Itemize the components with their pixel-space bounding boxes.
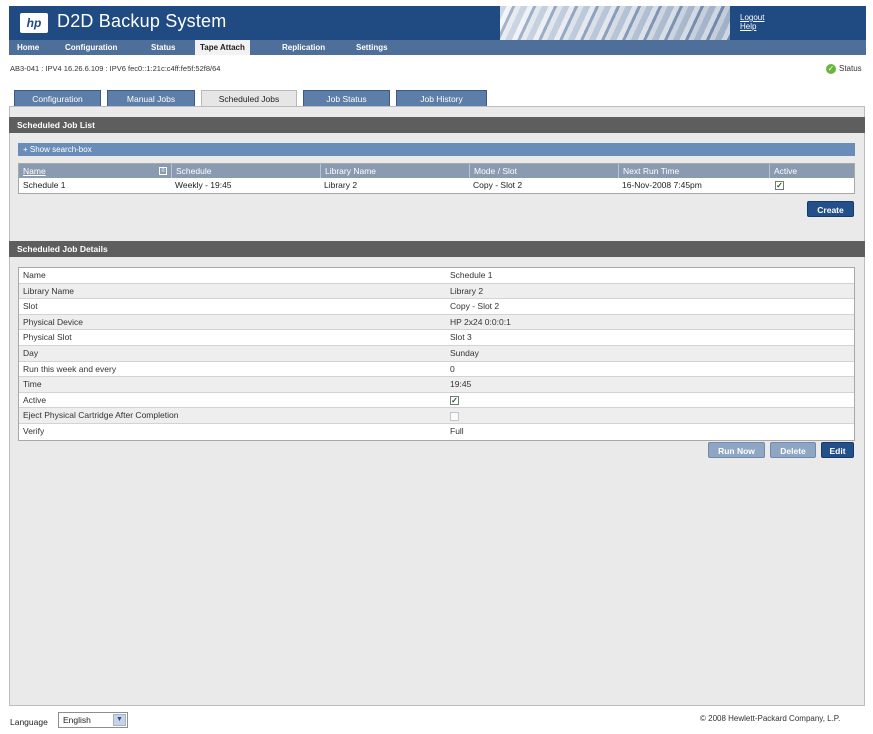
hp-logo: hp	[20, 13, 48, 33]
run-now-button[interactable]: Run Now	[708, 442, 765, 458]
create-button[interactable]: Create	[807, 201, 854, 217]
logout-link[interactable]: Logout	[740, 13, 764, 22]
sort-icon[interactable]: ≡	[159, 167, 167, 175]
system-ip-info: AB3-041 : IPV4 16.26.6.109 : IPV6 fec0::…	[10, 64, 221, 73]
column-header-schedule[interactable]: Schedule	[171, 164, 320, 178]
detail-label: Library Name	[23, 285, 75, 296]
scheduled-job-list-header: Scheduled Job List	[9, 117, 865, 133]
delete-button[interactable]: Delete	[770, 442, 816, 458]
language-select[interactable]: English ▼	[58, 712, 128, 728]
nav-configuration[interactable]: Configuration	[65, 40, 117, 55]
tab-job-status[interactable]: Job Status	[303, 90, 390, 106]
detail-row: Physical Device HP 2x24 0:0:0:1	[19, 314, 854, 331]
detail-label: Run this week and every	[23, 363, 117, 374]
edit-button[interactable]: Edit	[821, 442, 854, 458]
detail-value: HP 2x24 0:0:0:1	[450, 316, 511, 327]
nav-home[interactable]: Home	[17, 40, 39, 55]
check-circle-icon: ✓	[826, 64, 836, 74]
nav-replication[interactable]: Replication	[282, 40, 325, 55]
detail-row: Time 19:45	[19, 377, 854, 393]
header-links: Logout Help	[740, 13, 764, 31]
active-detail-checkbox: ✓	[450, 396, 459, 405]
detail-label: Active	[23, 394, 47, 405]
tab-configuration[interactable]: Configuration	[14, 90, 101, 106]
detail-label: Day	[23, 347, 39, 358]
chevron-down-icon[interactable]: ▼	[113, 714, 126, 726]
detail-row: Physical Slot Slot 3	[19, 330, 854, 346]
detail-row: Day Sunday	[19, 345, 854, 362]
detail-row: Run this week and every 0	[19, 362, 854, 378]
detail-label: Physical Device	[23, 316, 83, 327]
detail-label: Eject Physical Cartridge After Completio…	[23, 410, 179, 421]
detail-value: Full	[450, 425, 464, 436]
header-banner-image	[500, 6, 730, 40]
detail-value: Library 2	[450, 285, 484, 296]
table-header: Name ≡ Schedule Library Name Mode / Slot…	[19, 164, 854, 178]
detail-label: Physical Slot	[23, 332, 72, 343]
active-checkbox[interactable]: ✓	[775, 181, 784, 191]
app-title: D2D Backup System	[57, 11, 227, 31]
detail-row: Verify Full	[19, 424, 854, 440]
help-link[interactable]: Help	[740, 22, 764, 31]
detail-value: Copy - Slot 2	[450, 301, 500, 312]
cell-active: ✓	[771, 178, 784, 193]
detail-row: Name Schedule 1	[19, 268, 854, 284]
detail-label: Name	[23, 270, 46, 280]
main-nav: Home Configuration Status Tape Attach Re…	[9, 40, 866, 55]
status-label: Status	[839, 64, 862, 74]
cell-library-name: Library 2	[324, 180, 358, 190]
app-header: hp D2D Backup System Logout Help	[9, 6, 866, 40]
cell-next-run-time: 16-Nov-2008 7:45pm	[622, 180, 702, 190]
detail-label: Verify	[23, 425, 45, 436]
nav-settings[interactable]: Settings	[356, 40, 388, 55]
column-header-mode-slot[interactable]: Mode / Slot	[469, 164, 618, 178]
tab-manual-jobs[interactable]: Manual Jobs	[107, 90, 195, 106]
language-value: English	[63, 715, 91, 725]
job-details-table: Name Schedule 1 Library Name Library 2 Slo…	[18, 267, 855, 441]
detail-value: 19:45	[450, 379, 472, 390]
nav-status[interactable]: Status	[151, 40, 175, 55]
show-search-box-toggle[interactable]: + Show search-box	[18, 143, 855, 156]
detail-row: Eject Physical Cartridge After Completio…	[19, 408, 854, 424]
detail-row: Library Name Library 2	[19, 283, 854, 300]
cell-name: Schedule 1	[23, 180, 66, 190]
cell-schedule: Weekly - 19:45	[175, 180, 232, 190]
copyright-text: © 2008 Hewlett-Packard Company, L.P.	[700, 714, 841, 723]
tab-job-history[interactable]: Job History	[396, 90, 487, 106]
scheduled-job-details-header: Scheduled Job Details	[9, 241, 865, 257]
detail-value: Sunday	[450, 347, 479, 358]
detail-label: Slot	[23, 301, 38, 312]
detail-value: Slot 3	[450, 332, 472, 343]
column-header-name[interactable]: Name	[19, 164, 169, 178]
detail-row: Active ✓	[19, 393, 854, 409]
tab-scheduled-jobs[interactable]: Scheduled Jobs	[201, 90, 297, 107]
scheduled-job-table: Name ≡ Schedule Library Name Mode / Slot…	[18, 163, 855, 194]
status-indicator[interactable]: ✓ Status	[826, 64, 862, 74]
column-header-next-run-time[interactable]: Next Run Time	[618, 164, 769, 178]
table-row[interactable]: Schedule 1 Weekly - 19:45 Library 2 Copy…	[19, 178, 854, 193]
detail-value: 0	[450, 363, 455, 374]
cell-mode-slot: Copy - Slot 2	[473, 180, 523, 190]
column-header-active[interactable]: Active	[769, 164, 855, 178]
detail-label: Time	[23, 379, 42, 390]
eject-cartridge-checkbox	[450, 411, 459, 421]
detail-row: Slot Copy - Slot 2	[19, 299, 854, 315]
nav-tape-attach[interactable]: Tape Attach	[195, 40, 250, 55]
language-label: Language	[10, 717, 48, 727]
detail-value: Schedule 1	[450, 270, 493, 280]
column-header-library-name[interactable]: Library Name	[320, 164, 469, 178]
